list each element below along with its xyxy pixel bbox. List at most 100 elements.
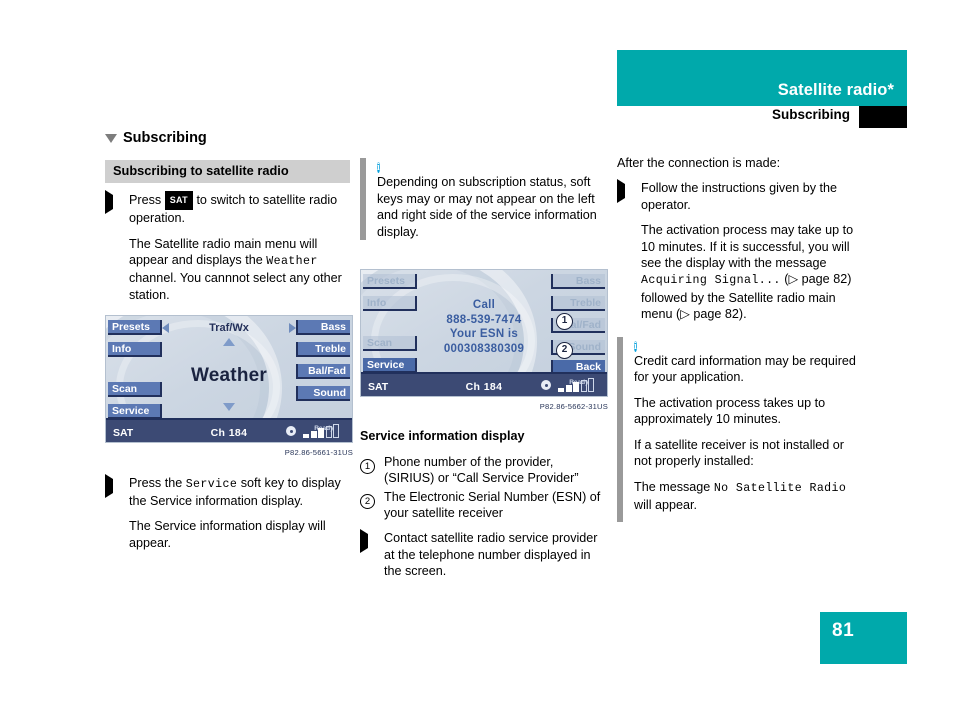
service-phone-number: 888-539-7474 [446,313,522,326]
service-call-label: Call [472,299,496,312]
numbered-item-text: The Electronic Serial Number (ESN) of yo… [384,489,601,521]
mono-term-acquiring-signal: Acquiring Signal... [641,274,781,288]
signal-indicator: Ready [558,375,600,395]
softkey-info[interactable]: Info [108,342,162,358]
header-accent-bar: Satellite radio* [617,50,907,106]
info-note: i Depending on subscription status, soft… [360,158,605,241]
triangle-right-icon [105,189,129,227]
note-part-b: will appear. [634,497,698,512]
softkey-treble[interactable]: Treble [296,342,350,358]
subsection-heading: Subscribing to satellite radio [105,160,350,183]
callout-number-label: 1 [360,458,375,474]
info-icon: i [377,162,380,173]
display-center-area: Weather [164,316,294,420]
signal-bars [303,424,339,439]
disc-icon [541,380,551,391]
note-side-bar [360,158,366,241]
softkey-service[interactable]: Service [108,404,162,420]
list-item: Press the Service soft key to display th… [105,473,350,510]
softkey-presets[interactable]: Presets [108,320,162,336]
step-pre-text: Press [129,192,162,207]
radio-display-main-menu: Presets Info Scan Service Bass Treble Ba… [105,315,353,444]
paragraph-block: The activation process may take up to 10… [617,222,862,322]
status-source: SAT [368,381,389,394]
triangle-down-icon [105,134,117,144]
radio-display-service-info: Presets Info Scan Service Bass Treble Ba… [360,269,608,398]
list-item: Press SAT to switch to satellite radio o… [105,189,350,227]
paragraph-text: The Satellite radio main menu will appea… [129,236,350,304]
softkey-balfad[interactable]: Bal/Fad [296,364,350,380]
softkey-treble[interactable]: Treble [551,296,605,312]
mono-term-no-satellite-radio: No Satellite Radio [713,481,847,495]
display-status-bar: SAT Ch 184 Ready [361,372,607,397]
signal-bar [310,431,317,439]
signal-bar [318,428,324,439]
note-text-4: The message No Satellite Radio will appe… [634,479,862,514]
display-center-area: Call 888-539-7474 Your ESN is 0003083803… [419,270,549,374]
list-item-text: Contact satellite radio service provider… [384,531,598,579]
callout-marker-1: 1 [556,313,573,331]
signal-bar [558,388,564,393]
signal-bar [325,426,332,439]
station-name: Weather [190,365,268,387]
signal-bar [565,385,572,393]
list-item-text: Press SAT to switch to satellite radio o… [129,190,350,227]
status-source: SAT [113,427,134,440]
numbered-item: 2 The Electronic Serial Number (ESN) of … [360,489,605,522]
list-item: Follow the instructions given by the ope… [617,179,862,213]
numbered-item: 1 Phone number of the provider, (SIRIUS)… [360,454,605,487]
status-channel: Ch 184 [210,427,248,440]
signal-bar [303,434,309,439]
header-subtitle-row: Subscribing [617,106,907,128]
triangle-right-icon [105,473,129,510]
softkey-scan[interactable]: Scan [363,336,417,352]
header-subtitle: Subscribing [771,107,850,122]
step-post-text: to switch to satellite radio operation. [129,192,338,226]
note-text-2: The activation process takes up to appro… [634,395,826,427]
signal-bar [573,382,579,393]
column-right: After the connection is made: Follow the… [617,155,862,534]
triangle-right-icon [617,179,641,213]
softkey-scan[interactable]: Scan [108,382,162,398]
paragraph-block: The Satellite radio main menu will appea… [105,236,350,304]
service-esn-label: Your ESN is [449,328,519,341]
softkey-info[interactable]: Info [363,296,417,312]
mono-term-service: Service [185,477,238,491]
note-text-1: Credit card information may be required … [634,354,856,385]
signal-bar [333,424,339,439]
softkey-service[interactable]: Service [363,358,417,374]
info-note: i Credit card information may be require… [617,336,862,523]
note-body: i Credit card information may be require… [634,337,862,523]
lead-text: After the connection is made: [617,156,781,170]
softkey-bass[interactable]: Bass [551,274,605,290]
page-number: 81 [832,620,855,641]
column-middle: i Depending on subscription status, soft… [360,158,608,589]
triangle-right-icon [360,529,384,579]
signal-bar [588,378,594,393]
service-esn-value: 000308380309 [443,342,525,355]
section-heading-label: Subscribing [123,130,207,146]
column-left: Subscribing Subscribing to satellite rad… [105,130,353,560]
numbered-item-text: Phone number of the provider, (SIRIUS) o… [384,454,579,486]
step-pre-text: Press the [129,475,183,490]
signal-bar [580,380,587,393]
signal-bars [558,378,594,393]
note-text-3: If a satellite receiver is not installed… [634,437,844,469]
paragraph-part-a: The activation process may take up to 10… [641,223,854,271]
service-info-lines: Call 888-539-7474 Your ESN is 0003083803… [419,298,549,356]
note-part-a: The message [634,479,711,494]
softkey-presets[interactable]: Presets [363,274,417,290]
softkey-bass[interactable]: Bass [296,320,350,336]
callout-number-label: 2 [360,493,375,509]
page-title: Satellite radio* [777,81,894,99]
disc-icon [286,426,296,437]
paragraph-text: The activation process may take up to 10… [641,222,862,322]
service-info-heading: Service information display [360,429,525,444]
figure-caption: P82.86-5662-31US [539,402,608,412]
softkey-sound[interactable]: Sound [296,386,350,402]
manual-page: Satellite radio* Subscribing Subscribing… [0,0,954,716]
paragraph-text: The Service information display will app… [129,519,326,550]
